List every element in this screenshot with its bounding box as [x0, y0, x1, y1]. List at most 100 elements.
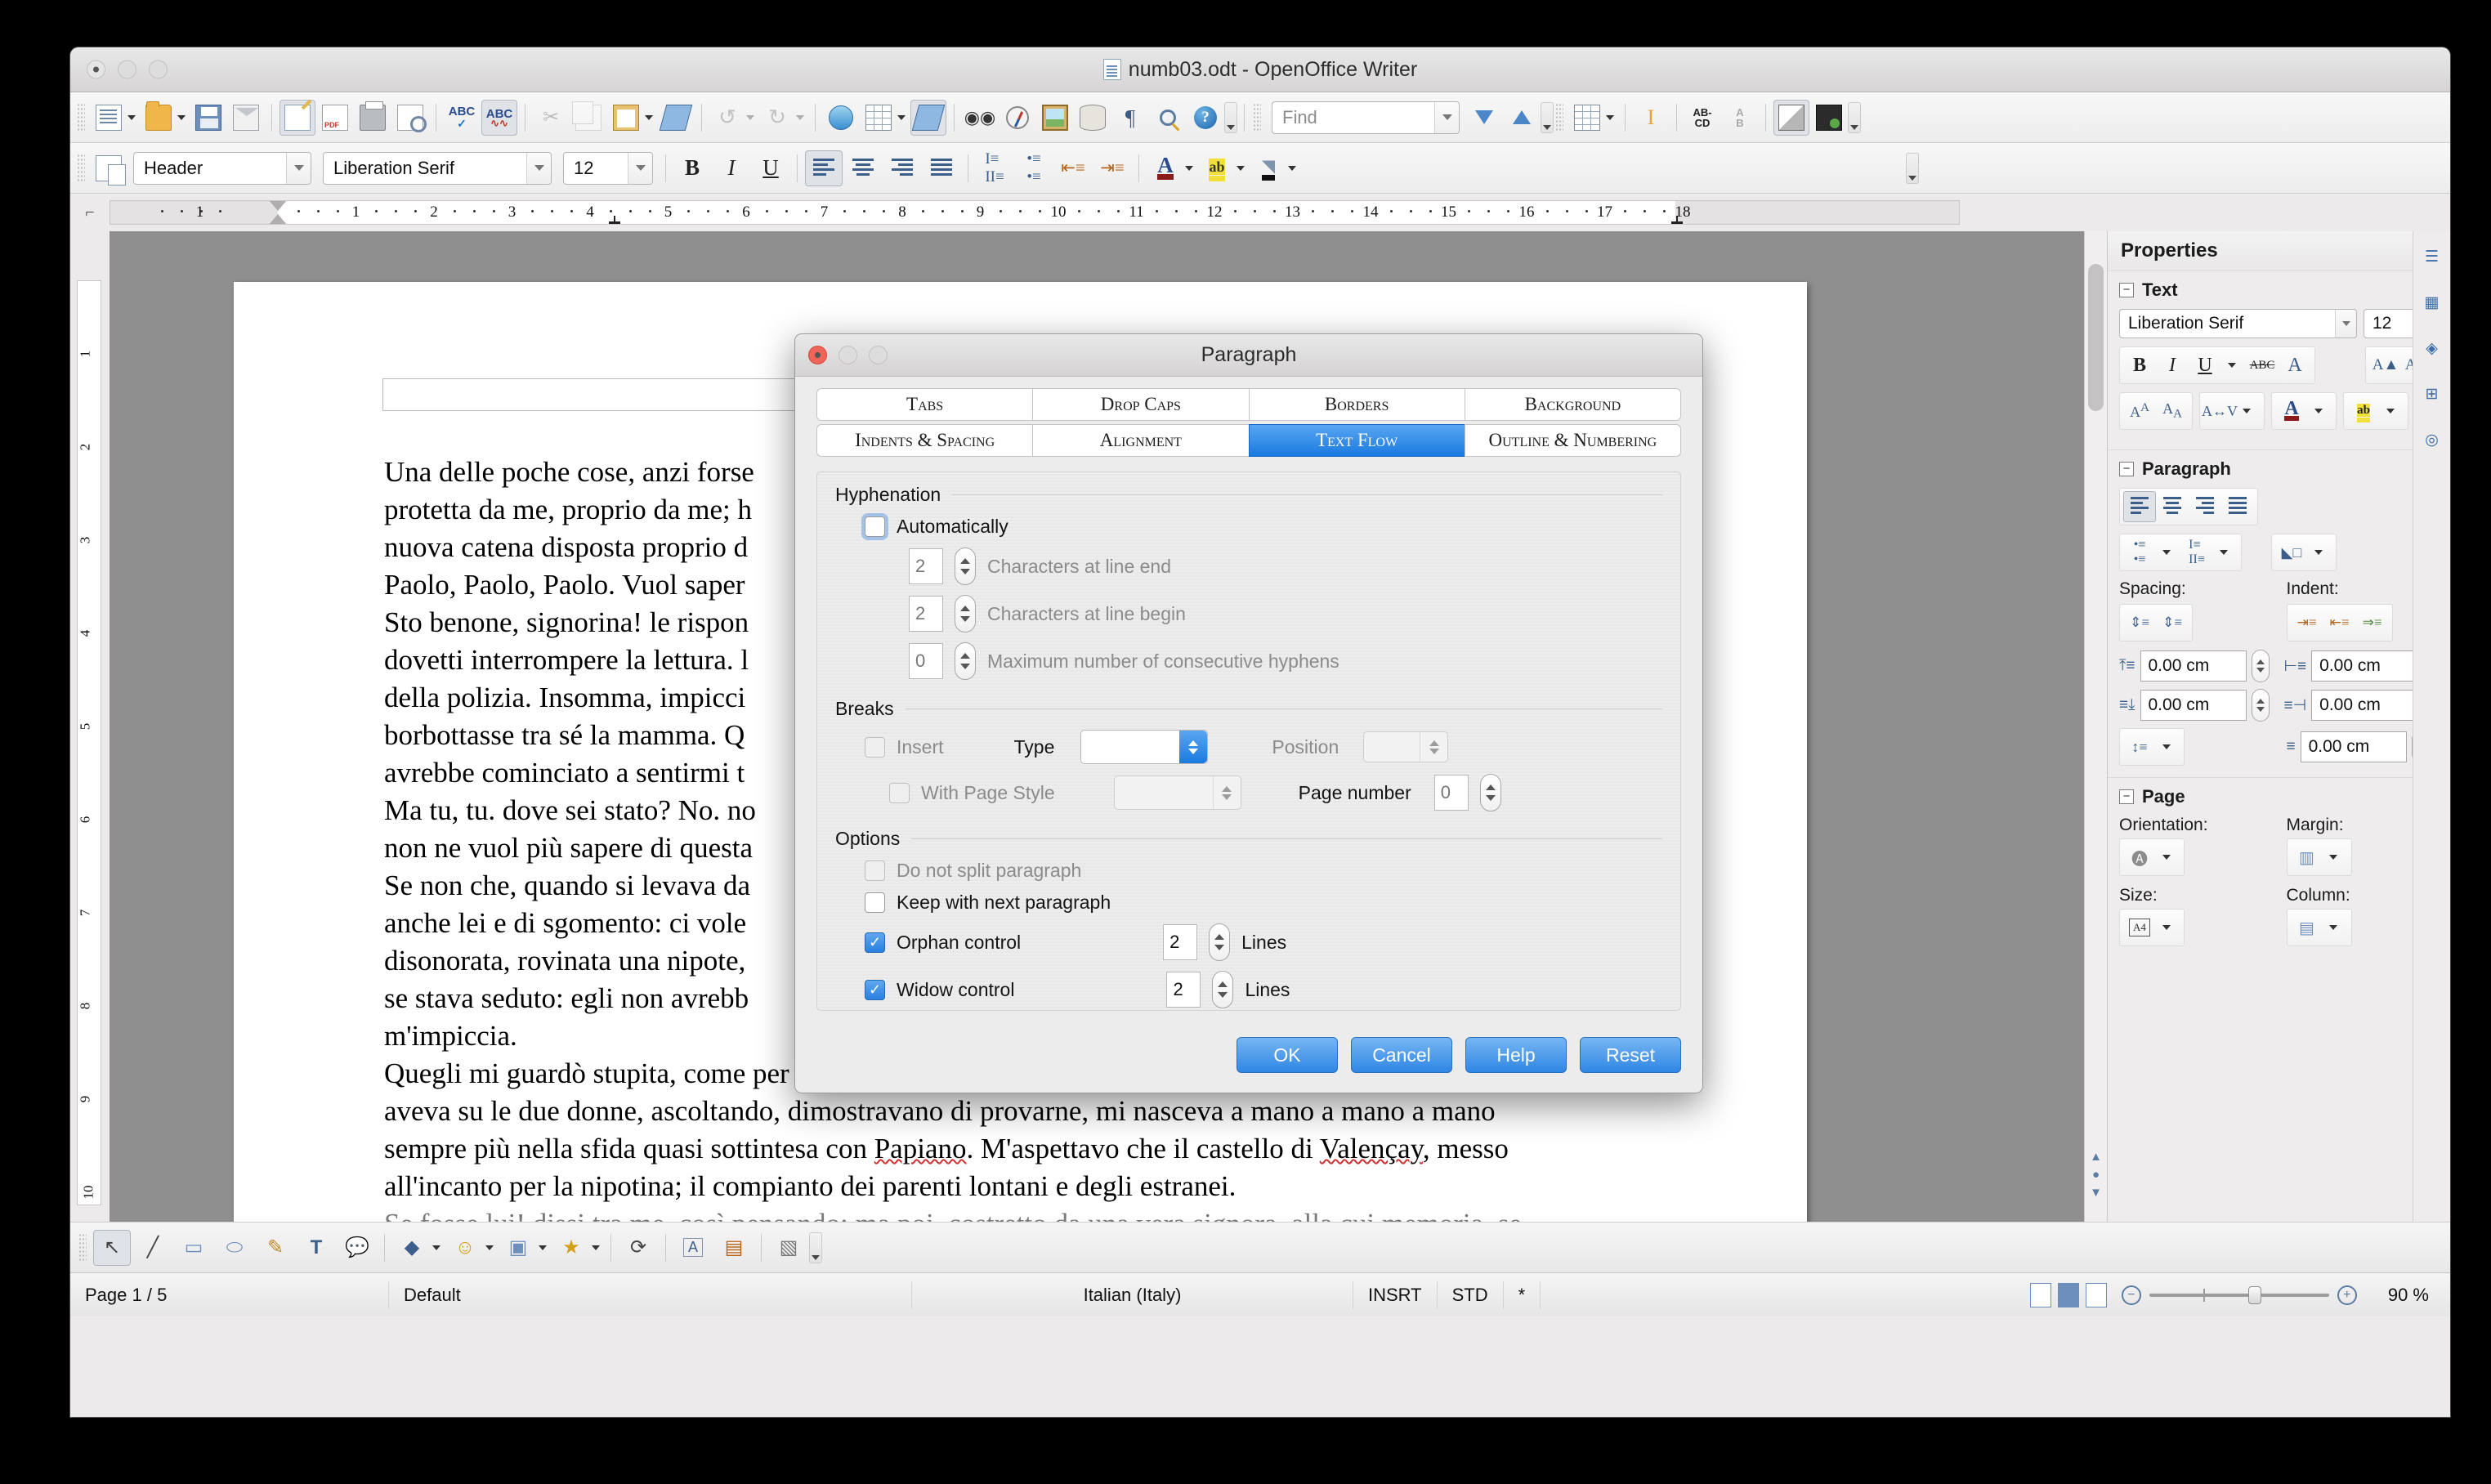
print-document-button[interactable]: [355, 100, 391, 136]
dialog-maximize-button[interactable]: [869, 346, 888, 364]
sidebar-strikethrough-button[interactable]: ABC: [2246, 350, 2279, 381]
chevron-down-icon[interactable]: [628, 152, 652, 184]
paragraph-style-button[interactable]: [91, 150, 127, 186]
spelling-error[interactable]: Papiano: [874, 1133, 967, 1164]
basic-shapes-button[interactable]: ◆: [393, 1230, 431, 1266]
window-controls[interactable]: [87, 60, 168, 79]
extrusion-button[interactable]: ▧: [770, 1230, 807, 1266]
scroll-up-icon[interactable]: ▲: [2085, 1148, 2107, 1166]
toolbar-overflow-button[interactable]: [1224, 101, 1237, 133]
text-cursor-button[interactable]: I: [1633, 100, 1669, 136]
line-tool-button[interactable]: ╱: [134, 1230, 172, 1266]
table-grid-dropdown-icon[interactable]: [1606, 114, 1614, 120]
line-spacing-dropdown[interactable]: [2156, 731, 2180, 762]
save-document-button[interactable]: [190, 100, 226, 136]
spelling-error[interactable]: Valençay: [1320, 1133, 1423, 1164]
stars-button[interactable]: ★: [552, 1230, 590, 1266]
find-dropdown-icon[interactable]: [1434, 101, 1459, 133]
page-preview-button[interactable]: [392, 100, 428, 136]
single-page-icon[interactable]: [2029, 1282, 2051, 1307]
align-center-button[interactable]: [844, 150, 882, 186]
find-replace-button[interactable]: ◉◉: [962, 100, 998, 136]
sidebar-increase-indent-button[interactable]: ⇥≡: [2291, 607, 2323, 638]
new-document-dropdown-icon[interactable]: [127, 114, 136, 120]
sidebar-align-right-button[interactable]: [2189, 491, 2221, 522]
sidebar-highlight-button[interactable]: ab: [2347, 396, 2380, 427]
chars-line-end-field[interactable]: 2: [909, 548, 943, 584]
zoom-button[interactable]: [1150, 100, 1186, 136]
bullet-list-dropdown[interactable]: [2156, 537, 2180, 568]
spacing-above-field[interactable]: 0.00 cm: [2140, 650, 2247, 682]
sort-button[interactable]: AB: [1722, 100, 1758, 136]
decrease-indent-button[interactable]: ⇤≡: [1054, 150, 1092, 186]
toolbar-grip[interactable]: [77, 102, 85, 132]
horizontal-ruler[interactable]: 1123456789101112131415161718: [110, 200, 1960, 225]
numbered-list-dropdown[interactable]: [2213, 537, 2238, 568]
widow-lines-stepper[interactable]: [1212, 971, 1234, 1008]
select-tool-button[interactable]: ↖: [93, 1229, 131, 1266]
status-language[interactable]: Italian (Italy): [912, 1281, 1353, 1309]
minimize-window-button[interactable]: [118, 60, 136, 79]
styles-icon[interactable]: ▦: [2418, 288, 2446, 316]
decrease-spacing-button[interactable]: ⇕≡: [2156, 607, 2189, 638]
cut-button[interactable]: ✂: [533, 100, 569, 136]
italic-button[interactable]: I: [713, 150, 750, 186]
chevron-down-icon[interactable]: [286, 152, 311, 184]
break-type-dropdown[interactable]: [1080, 730, 1209, 764]
left-indent-marker[interactable]: [269, 214, 287, 224]
spelling-button[interactable]: ABC ✓: [444, 100, 480, 136]
orphan-control-checkbox[interactable]: ✓: [865, 932, 885, 953]
undo-dropdown-icon[interactable]: [746, 114, 754, 120]
orphan-lines-stepper[interactable]: [1209, 923, 1231, 961]
ordered-list-button[interactable]: I≡ II≡: [976, 150, 1013, 186]
formatting-overflow-button[interactable]: [1906, 152, 1919, 184]
orientation-button[interactable]: 🅐: [2123, 842, 2156, 873]
reset-button[interactable]: Reset: [1580, 1037, 1681, 1073]
open-document-button[interactable]: [141, 100, 177, 136]
automatically-checkbox[interactable]: [865, 516, 885, 537]
character-spacing-dropdown[interactable]: [2236, 396, 2261, 427]
paragraph-background-button[interactable]: ◣□: [2275, 537, 2308, 568]
sidebar-align-left-button[interactable]: [2123, 491, 2156, 522]
status-insert-mode[interactable]: INSRT: [1353, 1281, 1438, 1309]
underline-button[interactable]: U: [752, 150, 789, 186]
edit-file-button[interactable]: [280, 99, 315, 136]
collapse-icon[interactable]: −: [2119, 789, 2134, 804]
zoom-out-icon[interactable]: −: [2121, 1285, 2141, 1305]
insert-checkbox[interactable]: [865, 736, 885, 758]
font-color-dropdown-icon[interactable]: [1185, 165, 1193, 171]
gallery-icon[interactable]: ◈: [2418, 334, 2446, 362]
paragraph-style-combo[interactable]: Header: [133, 151, 311, 185]
sidebar-align-center-button[interactable]: [2156, 491, 2189, 522]
open-document-dropdown-icon[interactable]: [177, 114, 186, 120]
scroll-down-icon[interactable]: ▼: [2085, 1184, 2107, 1202]
font-name-combo[interactable]: Liberation Serif: [323, 151, 552, 185]
hanging-indent-button[interactable]: ⇒≡: [2356, 607, 2389, 638]
status-modified[interactable]: *: [1504, 1281, 1541, 1309]
redo-dropdown-icon[interactable]: [796, 114, 804, 120]
widow-lines-field[interactable]: 2: [1166, 972, 1201, 1008]
sidebar-underline-button[interactable]: U: [2189, 350, 2221, 381]
tab-tabs[interactable]: Tabs: [816, 388, 1034, 421]
sidebar-numbered-list-button[interactable]: I≡ II≡: [2180, 537, 2213, 568]
symbol-shapes-dropdown-icon[interactable]: [485, 1245, 494, 1250]
orientation-dropdown[interactable]: [2156, 842, 2180, 873]
table-toolbar-grip[interactable]: [1555, 102, 1563, 132]
paragraph-dialog[interactable]: Paragraph Tabs Drop Caps Borders Backgro…: [794, 333, 1703, 1093]
keep-with-next-checkbox[interactable]: [865, 892, 885, 913]
rectangle-tool-button[interactable]: ▭: [175, 1230, 212, 1266]
from-file-button[interactable]: ▤: [715, 1230, 753, 1266]
freeform-line-button[interactable]: ✎: [257, 1230, 294, 1266]
margin-button[interactable]: ▥: [2291, 842, 2323, 873]
media-button[interactable]: [1811, 100, 1847, 136]
find-previous-button[interactable]: [1504, 100, 1540, 136]
sidebar-bullet-list-button[interactable]: •≡ •≡: [2123, 537, 2156, 568]
data-sources-button[interactable]: [1075, 100, 1111, 136]
table-overflow-button[interactable]: [1848, 101, 1861, 133]
tab-text-flow[interactable]: Text Flow: [1248, 424, 1465, 457]
wrap-shadow-button[interactable]: [1773, 99, 1809, 136]
rotate-button[interactable]: ⟳: [619, 1230, 657, 1266]
column-dropdown[interactable]: [2323, 912, 2348, 943]
page-style-dropdown[interactable]: [1113, 776, 1241, 810]
sidebar-decrease-indent-button[interactable]: ⇤≡: [2323, 607, 2356, 638]
